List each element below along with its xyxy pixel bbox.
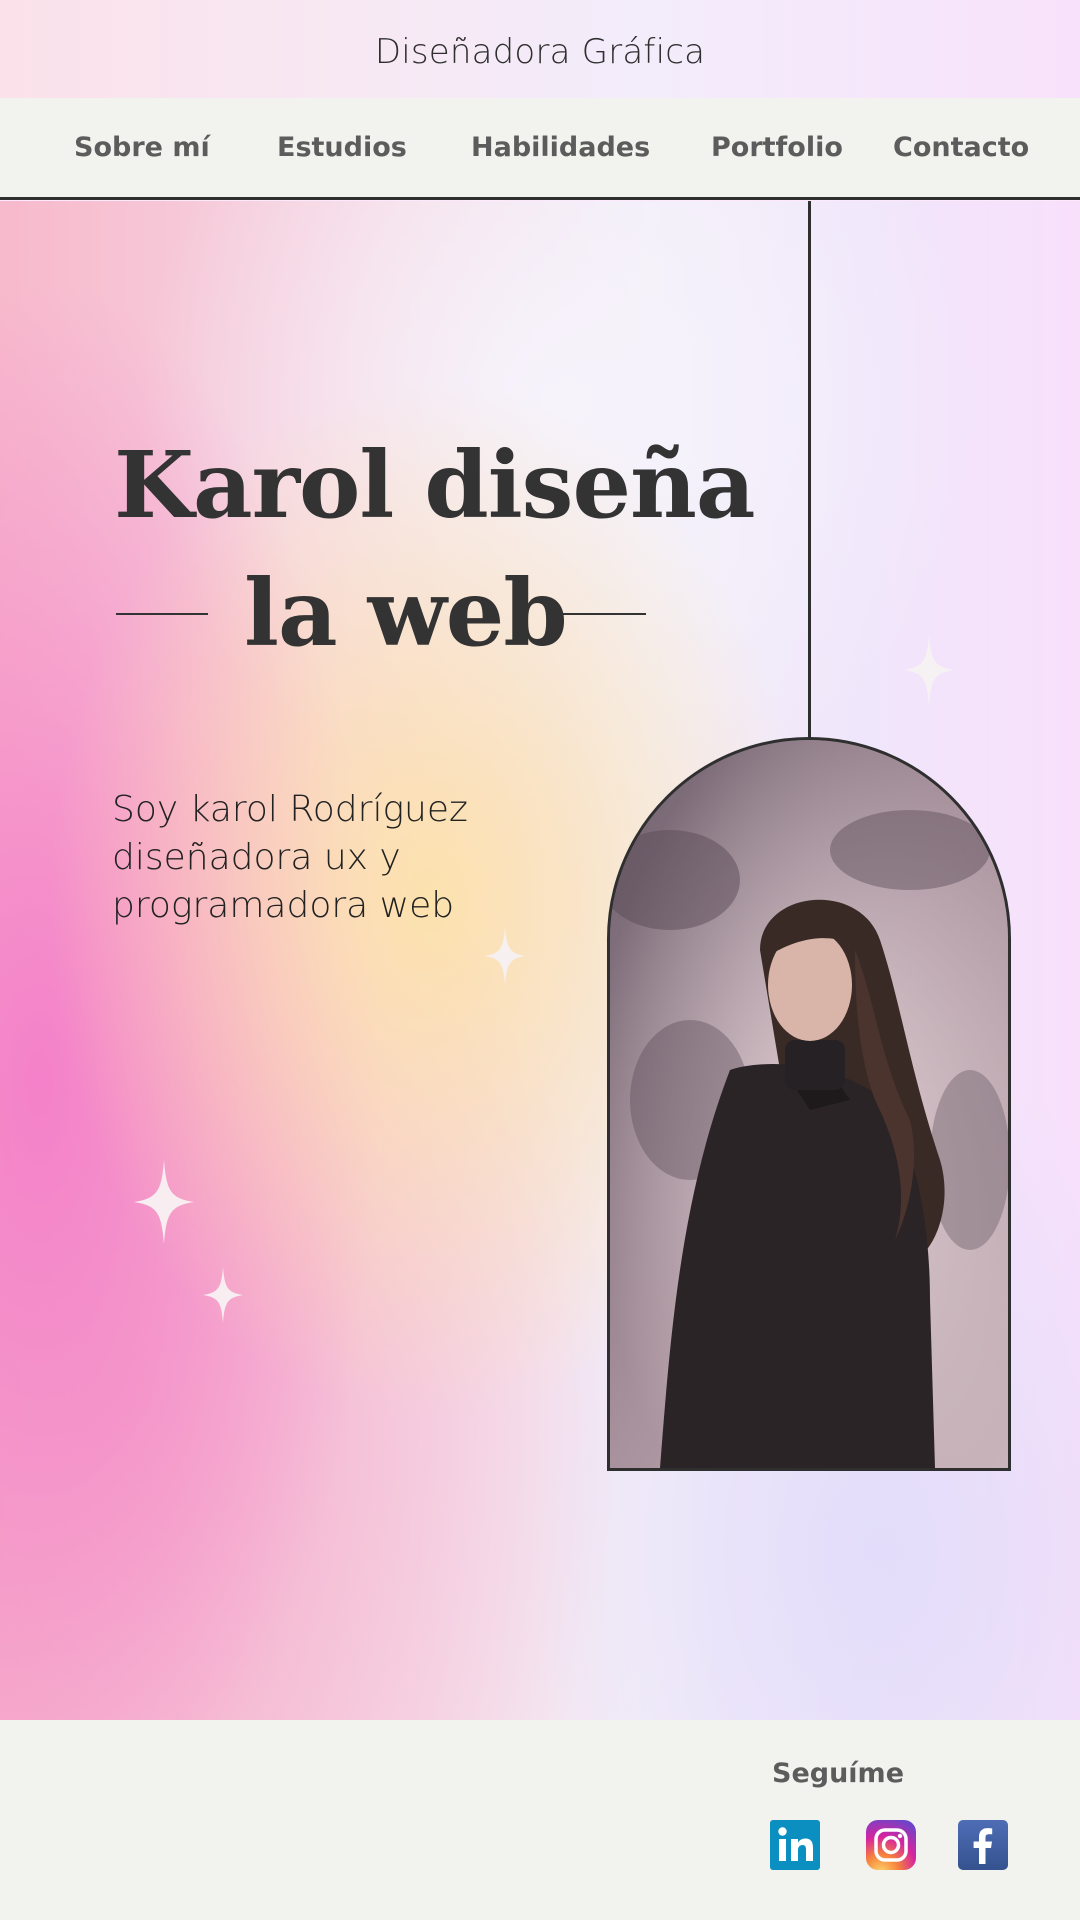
nav-item-habilidades[interactable]: Habilidades: [471, 126, 650, 170]
linkedin-icon[interactable]: [770, 1820, 820, 1870]
vertical-divider: [808, 201, 811, 741]
headline-line-2-wrap: la web: [114, 549, 674, 677]
headline-line-1: Karol diseña: [114, 431, 756, 539]
sparkle-icon: [134, 1160, 194, 1244]
site-title: Diseñadora Gráfica: [374, 32, 706, 72]
hero-headline: Karol diseña la web: [114, 421, 756, 677]
headline-line-2: la web: [244, 559, 568, 667]
nav-item-estudios[interactable]: Estudios: [277, 126, 407, 170]
sparkle-icon: [484, 927, 526, 985]
hero-section: Karol diseña la web Soy karol Rodríguez …: [0, 201, 1080, 1720]
footer: Seguíme: [0, 1720, 1080, 1920]
top-banner: Diseñadora Gráfica: [0, 0, 1080, 98]
nav-item-contacto[interactable]: Contacto: [893, 126, 1029, 170]
follow-label: Seguíme: [772, 1758, 905, 1789]
profile-photo: [607, 737, 1011, 1471]
facebook-icon[interactable]: [958, 1820, 1008, 1870]
instagram-icon[interactable]: [866, 1820, 916, 1870]
decorative-line-left: [116, 613, 208, 615]
intro-text: Soy karol Rodríguez diseñadora ux y prog…: [112, 789, 468, 926]
decorative-line-right: [554, 613, 646, 615]
main-nav: Sobre mí Estudios Habilidades Portfolio …: [0, 98, 1080, 200]
nav-item-sobre-mi[interactable]: Sobre mí: [74, 126, 210, 170]
sparkle-icon: [203, 1267, 243, 1323]
sparkle-icon: [904, 635, 954, 705]
nav-item-portfolio[interactable]: Portfolio: [711, 126, 843, 170]
